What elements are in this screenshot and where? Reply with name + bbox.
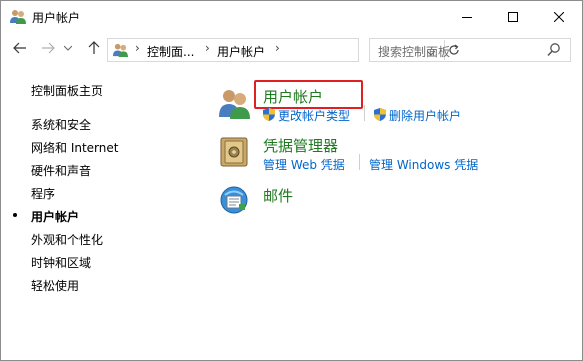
arrow-up-icon bbox=[88, 41, 100, 54]
users-icon bbox=[219, 90, 250, 119]
link-divider bbox=[364, 105, 365, 121]
address-bar[interactable]: › 控制面... › 用户帐户 › bbox=[107, 38, 459, 62]
sidebar-item-ease-of-access[interactable]: 轻松使用 bbox=[31, 277, 79, 294]
search-placeholder: 搜索控制面板 bbox=[378, 45, 451, 59]
credential-vault-icon bbox=[220, 137, 248, 167]
link-manage-web-credentials[interactable]: 管理 Web 凭据 bbox=[263, 156, 345, 173]
users-icon bbox=[113, 43, 128, 57]
link-change-account-type[interactable]: 更改帐户类型 bbox=[278, 107, 350, 124]
arrow-right-icon bbox=[42, 42, 55, 54]
window-title: 用户帐户 bbox=[32, 11, 81, 25]
uac-shield-icon bbox=[263, 108, 275, 121]
breadcrumb-item-user-accounts[interactable]: 用户帐户 bbox=[217, 43, 265, 60]
sidebar-item-hardware-sound[interactable]: 硬件和声音 bbox=[31, 162, 91, 179]
link-delete-user-account[interactable]: 删除用户帐户 bbox=[389, 107, 461, 124]
control-panel-window: 用户帐户 › 控制面... › 用户帐户 › 搜索控制面板 控制面板主页 系统和… bbox=[0, 0, 583, 361]
navigation-bar: › 控制面... › 用户帐户 › 搜索控制面板 bbox=[1, 33, 582, 63]
close-button[interactable] bbox=[536, 1, 582, 32]
link-manage-windows-credentials[interactable]: 管理 Windows 凭据 bbox=[369, 156, 478, 173]
sidebar-item-clock-region[interactable]: 时钟和区域 bbox=[31, 254, 91, 271]
chevron-right-icon[interactable]: › bbox=[275, 41, 280, 55]
minimize-button[interactable] bbox=[444, 1, 490, 32]
maximize-icon bbox=[508, 11, 518, 22]
current-item-bullet bbox=[13, 213, 17, 217]
up-button[interactable] bbox=[85, 39, 103, 57]
minimize-icon bbox=[462, 16, 472, 18]
chevron-right-icon[interactable]: › bbox=[205, 41, 210, 55]
maximize-button[interactable] bbox=[490, 1, 536, 32]
link-divider bbox=[359, 154, 360, 170]
chevron-down-icon bbox=[64, 45, 72, 51]
sidebar-item-appearance[interactable]: 外观和个性化 bbox=[31, 231, 103, 248]
left-navigation-pane: 控制面板主页 系统和安全 网络和 Internet 硬件和声音 程序 用户帐户 … bbox=[1, 71, 191, 294]
users-icon bbox=[10, 10, 26, 24]
close-icon bbox=[554, 11, 564, 22]
breadcrumb-item-control-panel[interactable]: 控制面... bbox=[147, 43, 194, 60]
category-title-user-accounts[interactable]: 用户帐户 bbox=[263, 86, 323, 107]
recent-locations-button[interactable] bbox=[62, 39, 74, 57]
search-input[interactable]: 搜索控制面板 bbox=[369, 38, 571, 62]
sidebar-item-control-panel-home[interactable]: 控制面板主页 bbox=[31, 82, 103, 99]
mail-icon bbox=[220, 186, 248, 214]
back-button[interactable] bbox=[11, 39, 29, 57]
arrow-left-icon bbox=[13, 42, 26, 54]
title-bar[interactable]: 用户帐户 bbox=[1, 1, 582, 32]
sidebar-item-programs[interactable]: 程序 bbox=[31, 185, 55, 202]
uac-shield-icon bbox=[374, 108, 386, 121]
chevron-right-icon: › bbox=[135, 41, 140, 55]
category-title-credential-manager[interactable]: 凭据管理器 bbox=[263, 135, 338, 156]
sidebar-item-network-internet[interactable]: 网络和 Internet bbox=[31, 139, 118, 156]
sidebar-item-system-security[interactable]: 系统和安全 bbox=[31, 116, 91, 133]
category-title-mail[interactable]: 邮件 bbox=[263, 185, 293, 206]
forward-button[interactable] bbox=[39, 39, 57, 57]
sidebar-item-user-accounts[interactable]: 用户帐户 bbox=[31, 208, 79, 225]
search-icon[interactable] bbox=[546, 42, 562, 58]
